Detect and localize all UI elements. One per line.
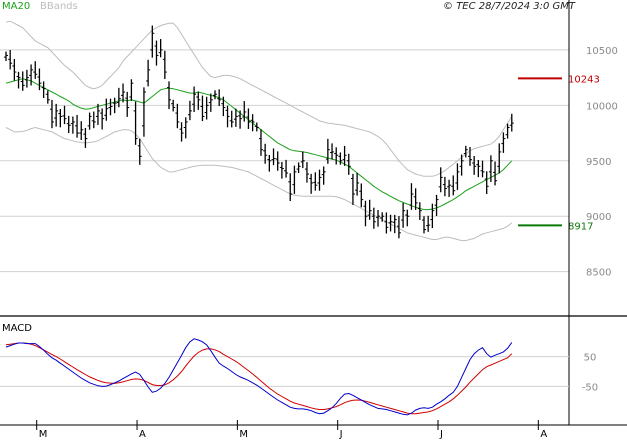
macd-title: MACD	[2, 323, 32, 334]
copyright-text: © TEC 28/7/2024 3:0 GMT	[443, 1, 576, 12]
ohlc-bars	[4, 25, 514, 239]
price-grid	[0, 49, 569, 273]
month-label: A	[540, 429, 547, 440]
month-label: J	[439, 429, 443, 440]
macd-tick-label: -50	[582, 382, 598, 393]
price-tick-label: 9000	[586, 212, 611, 223]
level-label: 10243	[568, 74, 600, 85]
price-levels: 102438917	[518, 74, 600, 232]
month-label: M	[39, 429, 48, 440]
bbands-legend: BBands	[40, 1, 78, 12]
price-tick-label: 10500	[586, 46, 618, 57]
macd-axis: 50 -50	[582, 353, 598, 394]
macd-line	[5, 338, 513, 416]
price-tick-label: 9500	[586, 157, 611, 168]
stock-chart: MA20 BBands © TEC 28/7/2024 3:0 GMT 1024…	[0, 0, 627, 440]
macd-tick-label: 50	[584, 353, 597, 364]
ma20-line	[5, 78, 513, 211]
x-axis: MAMJJA	[36, 420, 547, 440]
month-label: A	[139, 429, 146, 440]
month-label: J	[339, 429, 343, 440]
bbands-lower-line	[5, 126, 513, 242]
bbands-upper-line	[5, 20, 513, 177]
ma20-legend: MA20	[2, 1, 30, 12]
month-label: M	[239, 429, 248, 440]
price-tick-label: 10000	[586, 101, 618, 112]
macd-grid	[0, 356, 569, 387]
price-tick-label: 8500	[586, 268, 611, 279]
